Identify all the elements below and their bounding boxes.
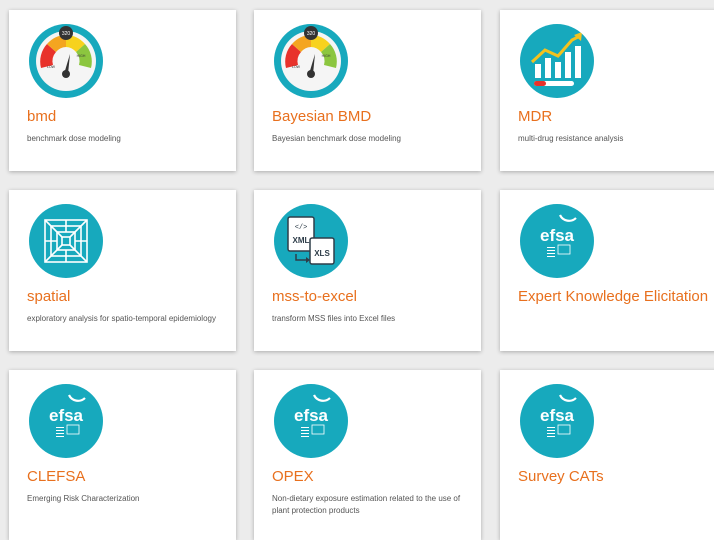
app-card-mss-to-excel[interactable]: </> XML XLS mss-to-excel transform MSS f… (254, 190, 481, 351)
svg-text:efsa: efsa (294, 406, 329, 425)
svg-text:efsa: efsa (540, 226, 575, 245)
card-title[interactable]: OPEX (272, 468, 314, 485)
svg-text:</>: </> (295, 224, 308, 232)
svg-text:efsa: efsa (49, 406, 84, 425)
gauge-icon: 320 HIGH LOW (274, 24, 348, 98)
svg-text:XLS: XLS (314, 249, 330, 258)
xml-to-xls-icon: </> XML XLS (274, 204, 348, 278)
app-card-clefsa[interactable]: efsa CLEFSA Emerging Risk Characterizati… (9, 370, 236, 540)
card-description: Non-dietary exposure estimation related … (272, 494, 461, 515)
card-description: exploratory analysis for spatio-temporal… (27, 314, 216, 323)
svg-text:LOW: LOW (292, 65, 301, 69)
spatial-grid-icon (29, 204, 103, 278)
efsa-logo-icon: efsa (29, 384, 103, 458)
svg-text:XML: XML (293, 236, 310, 245)
app-card-bmd[interactable]: 320 HIGH LOW bmd benchmark dose modeling (9, 10, 236, 171)
card-title[interactable]: mss-to-excel (272, 288, 357, 305)
card-title[interactable]: CLEFSA (27, 468, 85, 485)
efsa-logo-icon: efsa (520, 204, 594, 278)
app-card-survey-cats[interactable]: efsa Survey CATs (500, 370, 714, 540)
svg-text:320: 320 (307, 31, 316, 37)
card-title[interactable]: Expert Knowledge Elicitation (518, 288, 708, 305)
gauge-icon: 320 HIGH LOW (29, 24, 103, 98)
app-card-spatial[interactable]: spatial exploratory analysis for spatio-… (9, 190, 236, 351)
card-description: transform MSS files into Excel files (272, 314, 396, 323)
card-title[interactable]: Bayesian BMD (272, 108, 371, 125)
card-description: multi-drug resistance analysis (518, 134, 624, 143)
app-card-mdr[interactable]: MDR multi-drug resistance analysis (500, 10, 714, 171)
svg-text:HIGH: HIGH (322, 54, 331, 58)
card-title[interactable]: bmd (27, 108, 56, 125)
growth-chart-icon (520, 24, 594, 98)
svg-text:HIGH: HIGH (77, 54, 86, 58)
svg-text:efsa: efsa (540, 406, 575, 425)
app-card-opex[interactable]: efsa OPEX Non-dietary exposure estimatio… (254, 370, 481, 540)
card-title[interactable]: Survey CATs (518, 468, 604, 485)
card-title[interactable]: MDR (518, 108, 552, 125)
card-description: Emerging Risk Characterization (27, 494, 140, 503)
svg-text:320: 320 (62, 31, 71, 37)
app-card-bayesian-bmd[interactable]: 320 HIGH LOW Bayesian BMD Bayesian bench… (254, 10, 481, 171)
svg-text:LOW: LOW (47, 65, 56, 69)
card-description: benchmark dose modeling (27, 134, 121, 143)
card-title[interactable]: spatial (27, 288, 70, 305)
efsa-logo-icon: efsa (520, 384, 594, 458)
app-card-expert-knowledge-elicitation[interactable]: efsa Expert Knowledge Elicitation (500, 190, 714, 351)
card-description: Bayesian benchmark dose modeling (272, 134, 401, 143)
efsa-logo-icon: efsa (274, 384, 348, 458)
